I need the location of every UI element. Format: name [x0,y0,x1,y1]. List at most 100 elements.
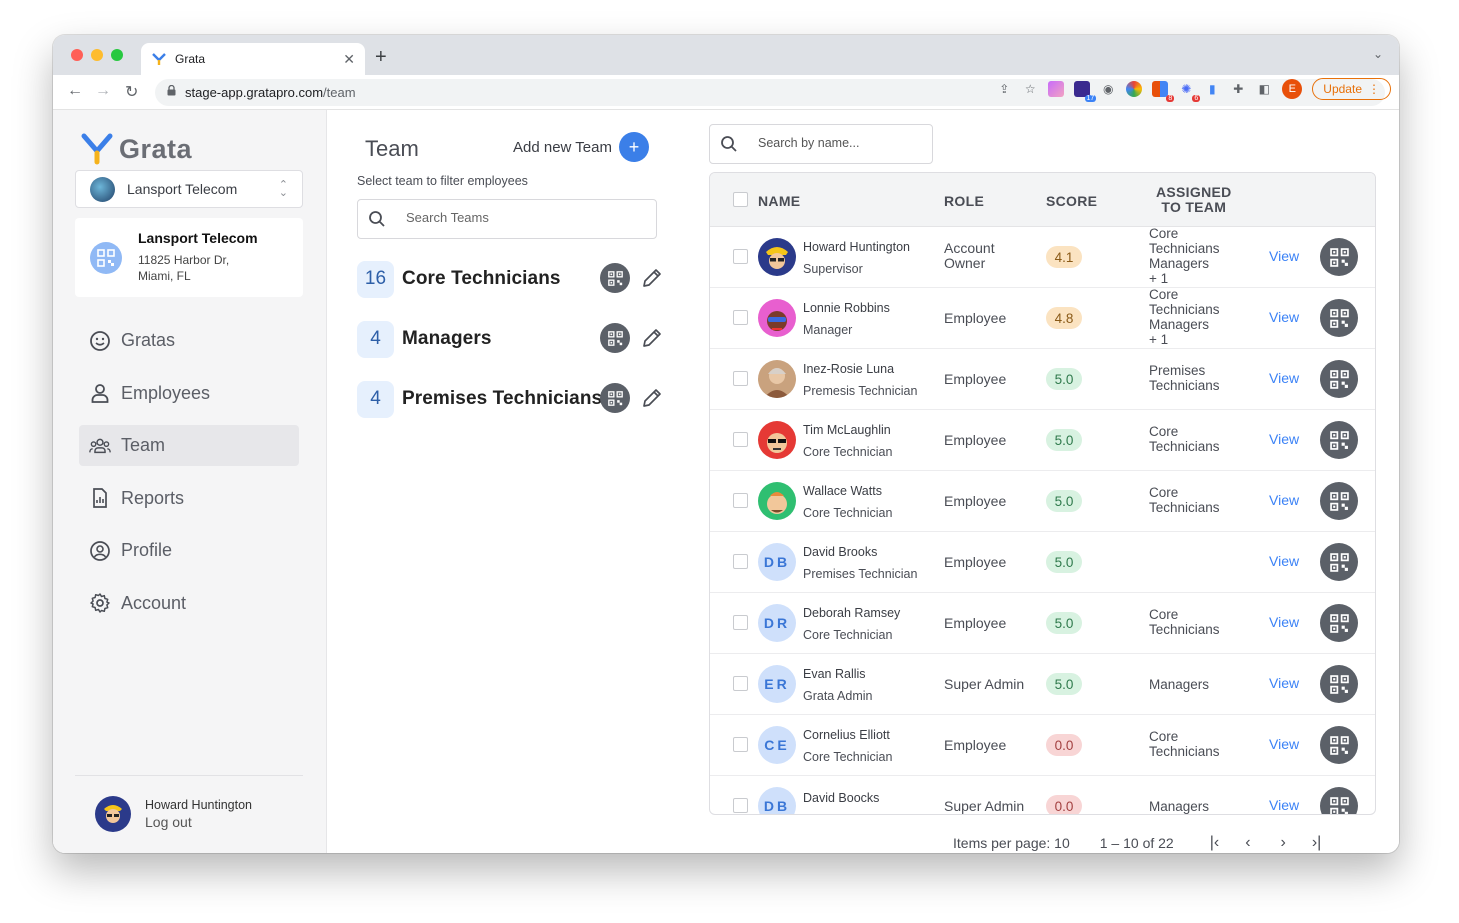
view-link[interactable]: View [1269,614,1299,630]
table-row[interactable]: CE Cornelius Elliott Core Technician Emp… [710,715,1375,776]
employee-qr-code-button[interactable] [1320,482,1358,520]
row-checkbox[interactable] [733,737,748,752]
view-link[interactable]: View [1269,248,1299,264]
row-checkbox[interactable] [733,249,748,264]
team-qr-code-button[interactable] [600,383,630,413]
team-qr-code-button[interactable] [600,323,630,353]
add-team-button[interactable]: + [619,132,649,162]
select-all-checkbox[interactable] [733,192,748,207]
row-checkbox[interactable] [733,371,748,386]
employee-qr-code-button[interactable] [1320,238,1358,276]
table-row[interactable]: DB David Boocks Super Admin 0.0 Managers… [710,776,1375,814]
organization-select[interactable]: Lansport Telecom ⌃ ⌄ [75,170,303,208]
sidebar-item-profile[interactable]: Profile [79,530,299,571]
column-assigned-team[interactable]: ASSIGNED TO TEAM [1156,185,1232,215]
sidepanel-icon[interactable]: ◧ [1256,81,1272,97]
table-row[interactable]: ER Evan Rallis Grata Admin Super Admin 5… [710,654,1375,715]
sidebar-item-employees[interactable]: Employees [79,373,299,414]
share-icon[interactable]: ⇪ [996,81,1012,97]
update-button[interactable]: Update ⋮ [1312,78,1391,100]
row-checkbox[interactable] [733,798,748,813]
team-search-input[interactable] [406,210,636,225]
extension-3-icon[interactable] [1126,81,1143,97]
view-link[interactable]: View [1269,309,1299,325]
back-arrow-icon[interactable]: ← [67,82,83,100]
table-row[interactable]: DR Deborah Ramsey Core Technician Employ… [710,593,1375,654]
sidebar-item-label: Profile [121,540,173,560]
row-checkbox[interactable] [733,615,748,630]
employee-qr-code-button[interactable] [1320,665,1358,703]
employee-role: Super Admin [944,799,1024,814]
team-row[interactable]: 4 Premises Technicians [357,379,667,419]
table-row[interactable]: Howard Huntington Supervisor Account Owne… [710,226,1375,288]
employee-qr-code-button[interactable] [1320,421,1358,459]
tab-close-icon[interactable]: ✕ [343,51,355,68]
extension-6-icon[interactable]: ▮ [1204,81,1220,97]
table-row[interactable]: Wallace Watts Core Technician Employee 5… [710,471,1375,532]
app-logo[interactable]: Grata [81,132,192,166]
column-score[interactable]: SCORE [1046,193,1097,209]
add-new-team-label[interactable]: Add new Team [513,139,612,156]
row-checkbox[interactable] [733,554,748,569]
extension-1-icon[interactable] [1048,81,1065,97]
employee-qr-code-button[interactable] [1320,604,1358,642]
view-link[interactable]: View [1269,675,1299,691]
row-checkbox[interactable] [733,432,748,447]
view-link[interactable]: View [1269,736,1299,752]
employees-table: NAME ROLE SCORE ASSIGNED TO TEAM Howard … [709,172,1376,815]
extension-5-icon[interactable]: ✺ 6 [1178,81,1201,102]
camera-icon[interactable]: ◉ [1100,81,1116,97]
sidebar-item-team[interactable]: Team [79,425,299,466]
team-row[interactable]: 16 Core Technicians [357,259,667,299]
zoom-window-button[interactable] [111,49,123,61]
next-page-icon[interactable]: › [1281,834,1286,852]
sidebar-item-account[interactable]: Account [79,583,299,624]
row-checkbox[interactable] [733,310,748,325]
table-row[interactable]: Inez-Rosie Luna Premesis Technician Empl… [710,349,1375,410]
table-row[interactable]: Lonnie Robbins Manager Employee 4.8 Core… [710,287,1375,349]
minimize-window-button[interactable] [91,49,103,61]
employee-qr-code-button[interactable] [1320,726,1358,764]
reload-icon[interactable]: ↻ [125,82,138,102]
column-role[interactable]: ROLE [944,193,984,209]
column-name[interactable]: NAME [758,193,800,209]
close-window-button[interactable] [71,49,83,61]
extension-4-icon[interactable]: 8 [1152,81,1175,102]
extension-2-icon[interactable]: 17 [1074,81,1097,102]
puzzle-icon[interactable]: ✚ [1230,81,1246,97]
employee-qr-code-button[interactable] [1320,299,1358,337]
view-link[interactable]: View [1269,492,1299,508]
profile-avatar[interactable]: E [1282,79,1303,99]
row-checkbox[interactable] [733,676,748,691]
logout-link[interactable]: Log out [145,814,252,830]
team-qr-code-button[interactable] [600,263,630,293]
team-line: Premises [1149,363,1206,378]
edit-pencil-icon[interactable] [640,386,664,415]
sidebar-item-gratas[interactable]: Gratas [79,320,299,361]
view-link[interactable]: View [1269,553,1299,569]
browser-tab[interactable]: Grata ✕ [141,43,365,75]
table-row[interactable]: Tim McLaughlin Core Technician Employee … [710,410,1375,471]
employee-qr-code-button[interactable] [1320,787,1358,814]
view-link[interactable]: View [1269,797,1299,813]
current-user: Howard Huntington Log out [75,775,303,832]
edit-pencil-icon[interactable] [640,266,664,295]
forward-arrow-icon[interactable]: → [95,82,111,100]
bookmark-star-icon[interactable]: ☆ [1022,81,1038,97]
team-row[interactable]: 4 Managers [357,319,667,359]
new-tab-button[interactable]: + [375,46,387,69]
table-row[interactable]: DB David Brooks Premises Technician Empl… [710,532,1375,593]
previous-page-icon[interactable]: ‹ [1245,834,1250,852]
view-link[interactable]: View [1269,431,1299,447]
last-page-icon[interactable]: ›| [1312,834,1321,852]
sidebar-item-reports[interactable]: Reports [79,478,299,519]
edit-pencil-icon[interactable] [640,326,664,355]
items-per-page[interactable]: Items per page: 10 [953,835,1070,851]
row-checkbox[interactable] [733,493,748,508]
first-page-icon[interactable]: |‹ [1210,834,1219,852]
employee-qr-code-button[interactable] [1320,360,1358,398]
employee-qr-code-button[interactable] [1320,543,1358,581]
employee-search-input[interactable] [758,136,918,150]
tab-search-chevron-icon[interactable]: ⌄ [1373,47,1383,61]
view-link[interactable]: View [1269,370,1299,386]
